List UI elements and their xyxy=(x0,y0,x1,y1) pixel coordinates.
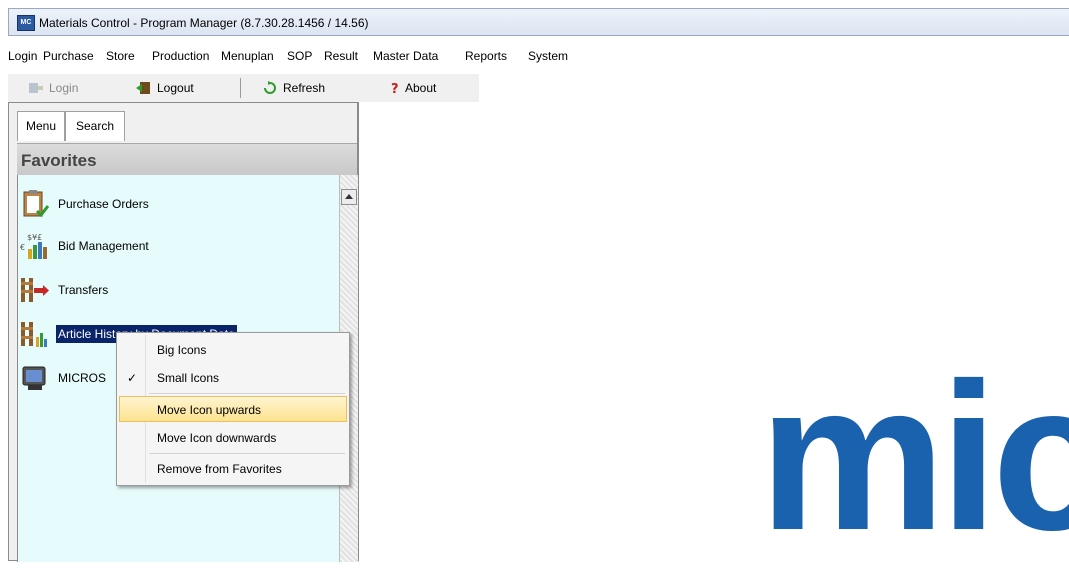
about-label: About xyxy=(405,81,437,95)
favorite-transfers[interactable]: Transfers xyxy=(20,273,110,307)
menu-system[interactable]: System xyxy=(528,49,568,63)
article-history-icon xyxy=(20,319,50,349)
menu-master-data[interactable]: Master Data xyxy=(373,49,438,63)
menu-item-label: Move Icon downwards xyxy=(157,431,277,445)
app-icon: MC xyxy=(17,15,35,31)
favorites-context-menu: Big Icons ✓ Small Icons Move Icon upward… xyxy=(116,332,350,486)
menu-login[interactable]: Login xyxy=(8,49,37,63)
clipboard-icon xyxy=(20,189,50,219)
favorite-micros[interactable]: MICROS xyxy=(20,361,108,395)
toolbar-separator xyxy=(240,78,241,98)
currency-chart-icon: $¥£ € xyxy=(20,231,50,261)
menu-menuplan[interactable]: Menuplan xyxy=(221,49,274,63)
refresh-label: Refresh xyxy=(283,81,326,95)
menu-item-remove-from-favorites[interactable]: Remove from Favorites xyxy=(119,456,347,482)
menu-item-move-icon-upwards[interactable]: Move Icon upwards xyxy=(119,396,347,422)
menu-sop[interactable]: SOP xyxy=(287,49,312,63)
menu-item-label: Remove from Favorites xyxy=(157,462,282,476)
menu-item-label: Move Icon upwards xyxy=(157,403,262,417)
svg-text:€: € xyxy=(20,243,25,252)
pos-terminal-icon xyxy=(20,363,50,393)
menu-bar: Login Purchase Store Production Menuplan… xyxy=(8,40,1069,74)
favorite-label: Purchase Orders xyxy=(58,197,149,211)
logout-icon xyxy=(136,81,152,95)
menu-purchase[interactable]: Purchase xyxy=(43,49,94,63)
favorite-label: Transfers xyxy=(58,283,109,297)
logout-label: Logout xyxy=(157,81,194,95)
svg-text:?: ? xyxy=(391,82,399,95)
menu-item-label: Big Icons xyxy=(157,343,207,357)
scroll-up-arrow-icon[interactable] xyxy=(341,189,357,205)
favorites-header: Favorites xyxy=(17,143,357,177)
favorite-label: Bid Management xyxy=(58,239,149,253)
menu-reports[interactable]: Reports xyxy=(465,49,507,63)
logout-button[interactable]: Logout xyxy=(136,78,194,98)
favorite-label: MICROS xyxy=(58,371,106,385)
main-content-area: mic xyxy=(358,102,1069,574)
login-button[interactable]: Login xyxy=(28,78,78,98)
favorite-purchase-orders[interactable]: Purchase Orders xyxy=(20,187,151,221)
login-icon xyxy=(28,81,44,95)
menu-item-label: Small Icons xyxy=(157,371,220,385)
about-button[interactable]: ? About xyxy=(390,78,436,98)
tab-menu[interactable]: Menu xyxy=(17,111,65,141)
refresh-button[interactable]: Refresh xyxy=(262,78,325,98)
tab-search[interactable]: Search xyxy=(65,111,125,141)
refresh-icon xyxy=(262,81,278,95)
window-title: Materials Control - Program Manager (8.7… xyxy=(39,16,369,30)
svg-text:$¥£: $¥£ xyxy=(27,233,42,242)
menu-result[interactable]: Result xyxy=(324,49,358,63)
window-title-bar: MC Materials Control - Program Manager (… xyxy=(8,8,1069,36)
menu-separator xyxy=(149,393,345,394)
checkmark-icon: ✓ xyxy=(127,371,138,385)
menu-production[interactable]: Production xyxy=(152,49,209,63)
menu-item-move-icon-downwards[interactable]: Move Icon downwards xyxy=(119,425,347,451)
menu-item-big-icons[interactable]: Big Icons xyxy=(119,337,347,363)
micros-logo: mic xyxy=(759,339,1069,574)
toolbar: Login Logout Refresh ? About xyxy=(8,74,479,102)
login-label: Login xyxy=(49,81,79,95)
menu-separator xyxy=(149,453,345,454)
menu-item-small-icons[interactable]: ✓ Small Icons xyxy=(119,365,347,391)
favorite-bid-management[interactable]: $¥£ € Bid Management xyxy=(20,229,151,263)
question-icon: ? xyxy=(390,81,400,97)
transfer-icon xyxy=(20,275,50,305)
menu-store[interactable]: Store xyxy=(106,49,135,63)
favorites-title: Favorites xyxy=(21,151,97,170)
